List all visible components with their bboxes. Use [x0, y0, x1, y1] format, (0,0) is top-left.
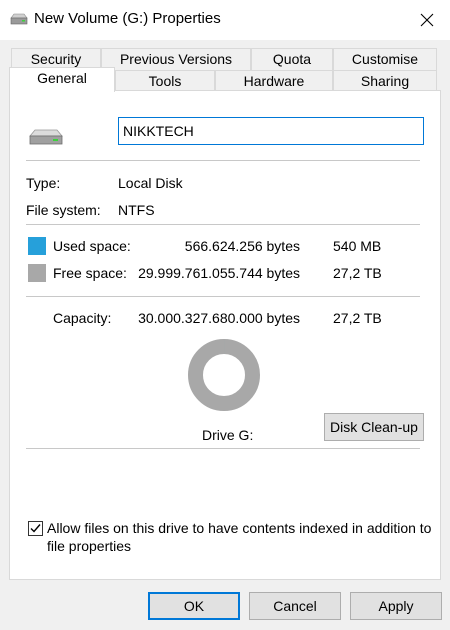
drive-icon [10, 13, 28, 25]
tab-quota[interactable]: Quota [251, 48, 333, 70]
close-button[interactable] [404, 0, 450, 40]
capacity-bytes: 30.000.327.680.000 bytes [138, 310, 300, 326]
used-space-bytes: 566.624.256 bytes [184, 238, 300, 254]
close-icon [420, 13, 434, 27]
index-checkbox[interactable] [28, 521, 43, 536]
drive-letter-label: Drive G: [202, 427, 254, 443]
tab-tools[interactable]: Tools [115, 70, 215, 92]
divider [26, 224, 420, 225]
disk-usage-donut [188, 339, 260, 411]
index-checkbox-label-line1: Allow files on this drive to have conten… [47, 520, 432, 536]
free-space-bytes: 29.999.761.055.744 bytes [138, 265, 300, 281]
volume-name-input[interactable] [118, 117, 424, 145]
free-space-ring [188, 339, 260, 411]
tab-customise[interactable]: Customise [333, 48, 437, 70]
checkmark-icon [30, 524, 41, 533]
window-title: New Volume (G:) Properties [34, 10, 221, 27]
capacity-size: 27,2 TB [333, 310, 382, 326]
tab-hardware[interactable]: Hardware [215, 70, 333, 92]
drive-icon [29, 129, 63, 145]
type-label: Type: [26, 175, 61, 191]
free-space-size: 27,2 TB [333, 265, 382, 281]
free-space-swatch [28, 264, 46, 282]
apply-button[interactable]: Apply [350, 592, 442, 620]
divider [26, 160, 420, 161]
general-tab-panel: Type: Local Disk File system: NTFS Used … [9, 90, 441, 580]
capacity-label: Capacity: [53, 310, 112, 326]
tab-previous-versions[interactable]: Previous Versions [101, 48, 251, 70]
tab-sharing[interactable]: Sharing [333, 70, 437, 92]
divider [26, 448, 420, 449]
file-system-label: File system: [26, 202, 101, 218]
file-system-value: NTFS [118, 202, 155, 218]
tab-general[interactable]: General [9, 67, 115, 92]
disk-cleanup-button[interactable]: Disk Clean-up [324, 413, 424, 441]
index-checkbox-label-line2: file properties [47, 538, 132, 554]
ok-button[interactable]: OK [148, 592, 240, 620]
type-value: Local Disk [118, 175, 183, 191]
used-space-swatch [28, 237, 46, 255]
free-space-label: Free space: [53, 265, 127, 281]
divider [26, 296, 420, 297]
cancel-button[interactable]: Cancel [249, 592, 341, 620]
title-bar: New Volume (G:) Properties [0, 0, 450, 40]
used-space-size: 540 MB [333, 238, 382, 254]
